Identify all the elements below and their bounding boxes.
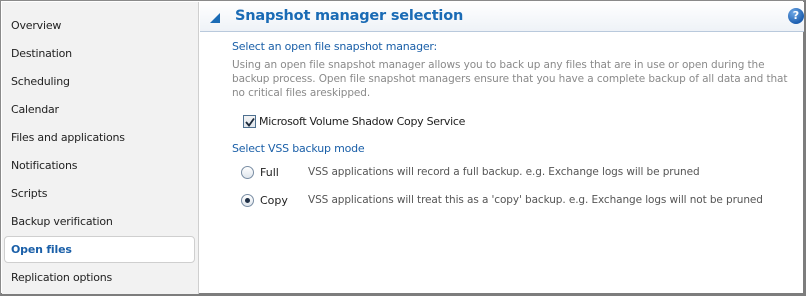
vss-checkbox-row[interactable]: Microsoft Volume Shadow Copy Service (243, 115, 465, 128)
sidebar-item-files-and-applications[interactable]: Files and applications (4, 124, 195, 151)
sidebar: Overview Destination Scheduling Calendar… (2, 2, 199, 294)
section-title: Snapshot manager selection (235, 8, 464, 24)
sidebar-item-label: Calendar (11, 103, 59, 116)
main-panel: Snapshot manager selection ? Select an o… (200, 2, 804, 295)
checkmark-icon (245, 117, 255, 127)
triangle-up-icon[interactable] (209, 12, 221, 24)
sidebar-item-calendar[interactable]: Calendar (4, 96, 195, 123)
vss-checkbox[interactable] (243, 115, 256, 128)
section-header: Snapshot manager selection ? (200, 2, 804, 32)
sidebar-item-label: Replication options (11, 271, 113, 284)
radio-full-label: Full (260, 166, 279, 179)
sidebar-item-label: Backup verification (11, 215, 113, 228)
sidebar-item-label: Overview (11, 19, 62, 32)
radio-full[interactable] (241, 166, 254, 179)
sidebar-item-scheduling[interactable]: Scheduling (4, 68, 195, 95)
sidebar-item-overview[interactable]: Overview (4, 12, 195, 39)
vss-mode-prompt: Select VSS backup mode (232, 142, 365, 155)
question-mark-icon[interactable]: ? (788, 8, 804, 24)
vss-checkbox-label: Microsoft Volume Shadow Copy Service (259, 115, 466, 128)
sidebar-item-notifications[interactable]: Notifications (4, 152, 195, 179)
sidebar-item-scripts[interactable]: Scripts (4, 180, 195, 207)
sidebar-item-destination[interactable]: Destination (4, 40, 195, 67)
sidebar-item-replication-options[interactable]: Replication options (4, 264, 195, 291)
radio-copy-row[interactable]: Copy (241, 194, 312, 207)
snapshot-description: Using an open file snapshot manager allo… (232, 59, 788, 99)
sidebar-item-backup-verification[interactable]: Backup verification (4, 208, 195, 235)
section-body: Select an open file snapshot manager: Us… (200, 33, 804, 295)
radio-full-description: VSS applications will record a full back… (308, 166, 700, 178)
radio-copy-description: VSS applications will treat this as a 'c… (308, 194, 763, 206)
radio-copy-label: Copy (260, 194, 288, 207)
snapshot-manager-prompt: Select an open file snapshot manager: (232, 40, 438, 53)
sidebar-item-label: Destination (11, 47, 72, 60)
sidebar-item-open-files[interactable]: Open files (4, 236, 195, 263)
sidebar-item-label: Open files (11, 243, 72, 256)
sidebar-item-label: Files and applications (11, 131, 125, 144)
sidebar-item-label: Notifications (11, 159, 78, 172)
radio-copy[interactable] (241, 194, 254, 207)
window-frame: Overview Destination Scheduling Calendar… (0, 0, 806, 296)
radio-full-row[interactable]: Full (241, 166, 312, 179)
sidebar-item-label: Scripts (11, 187, 48, 200)
sidebar-item-label: Scheduling (11, 75, 70, 88)
